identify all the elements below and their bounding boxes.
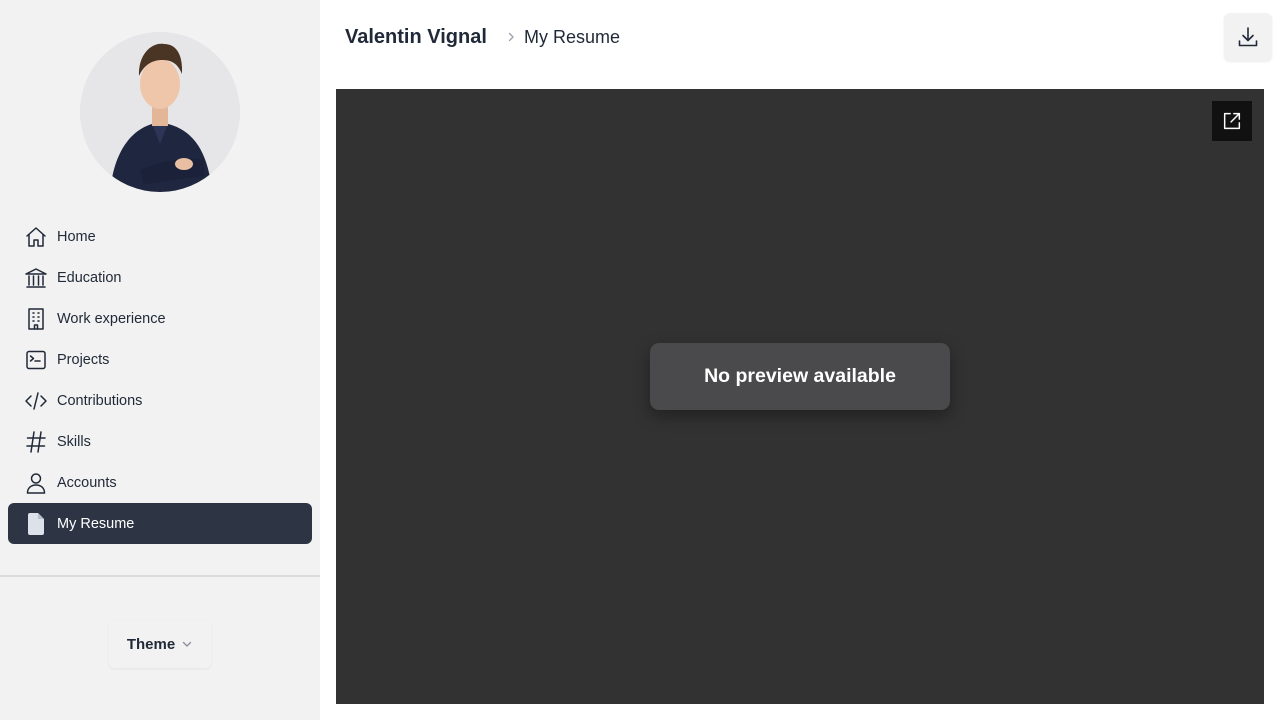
sidebar-item-label: Education — [57, 270, 122, 286]
user-icon — [24, 471, 48, 495]
sidebar-item-label: Projects — [57, 352, 110, 368]
sidebar-item-label: Skills — [57, 434, 91, 450]
sidebar-nav: Home Education Work experience Projects … — [8, 216, 312, 544]
hashtag-icon — [24, 430, 48, 454]
sidebar-item-home[interactable]: Home — [8, 216, 312, 257]
sidebar-item-accounts[interactable]: Accounts — [8, 462, 312, 503]
building-icon — [24, 307, 48, 331]
open-external-icon — [1223, 112, 1241, 130]
sidebar-item-education[interactable]: Education — [8, 257, 312, 298]
no-preview-text: No preview available — [704, 365, 896, 387]
sidebar-divider — [0, 575, 320, 577]
sidebar-item-skills[interactable]: Skills — [8, 421, 312, 462]
terminal-icon — [24, 348, 48, 372]
sidebar-item-label: Work experience — [57, 311, 166, 327]
open-external-button[interactable] — [1212, 101, 1252, 141]
no-preview-message: No preview available — [650, 343, 950, 410]
profile-photo — [80, 32, 240, 192]
sidebar-item-work-experience[interactable]: Work experience — [8, 298, 312, 339]
chevron-right-icon — [508, 32, 514, 42]
avatar — [80, 32, 240, 192]
download-button[interactable] — [1224, 13, 1272, 61]
sidebar-item-my-resume[interactable]: My Resume — [8, 503, 312, 544]
sidebar: Home Education Work experience Projects … — [0, 0, 320, 720]
sidebar-item-projects[interactable]: Projects — [8, 339, 312, 380]
home-icon — [24, 225, 48, 249]
theme-dropdown-button[interactable]: Theme — [109, 620, 211, 668]
breadcrumb-root[interactable]: Valentin Vignal — [345, 26, 487, 49]
pdf-viewer: No preview available — [336, 89, 1264, 704]
sidebar-item-label: Contributions — [57, 393, 143, 409]
page-header: Valentin Vignal My Resume — [320, 0, 1280, 80]
sidebar-item-label: Accounts — [57, 475, 117, 491]
theme-label: Theme — [126, 635, 176, 653]
code-icon — [24, 389, 48, 413]
document-icon — [24, 512, 48, 536]
sidebar-item-label: Home — [57, 229, 96, 245]
sidebar-item-label: My Resume — [57, 516, 135, 532]
institution-icon — [24, 266, 48, 290]
download-icon — [1238, 27, 1258, 47]
chevron-down-icon — [183, 641, 192, 647]
sidebar-item-contributions[interactable]: Contributions — [8, 380, 312, 421]
breadcrumb-current: My Resume — [524, 27, 621, 47]
